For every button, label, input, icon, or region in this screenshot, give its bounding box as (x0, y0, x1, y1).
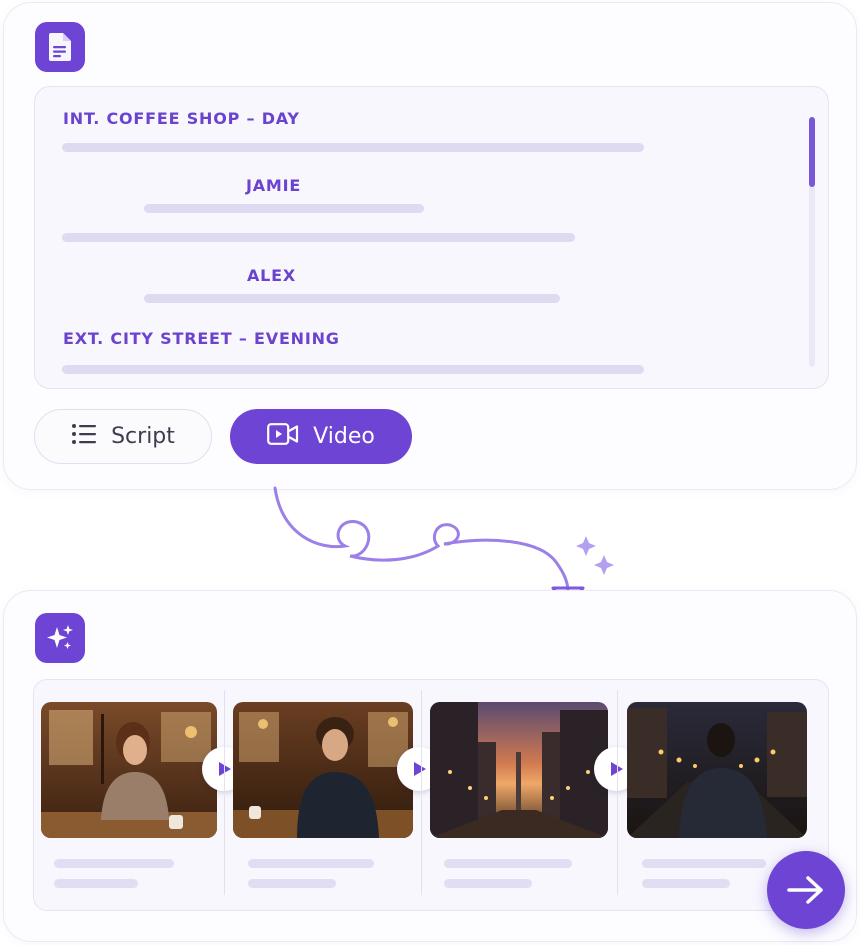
sparkle-icon (35, 613, 85, 663)
storyboard-frame[interactable] (627, 702, 807, 838)
sparkle-small (576, 536, 596, 556)
storyboard-frame[interactable] (430, 702, 608, 838)
storyboard-frame[interactable] (41, 702, 217, 838)
scene-heading: INT. COFFEE SHOP – DAY (63, 109, 300, 128)
sparkle-small (594, 555, 614, 575)
play-icon (414, 762, 426, 776)
character-name: JAMIE (246, 176, 302, 195)
script-mode-button[interactable]: Script (34, 409, 212, 464)
storyboard-card (3, 590, 857, 942)
script-panel[interactable]: INT. COFFEE SHOP – DAY JAMIE ALEX EXT. C… (34, 86, 829, 389)
storyboard-frame[interactable] (233, 702, 413, 838)
script-mode-label: Script (111, 424, 175, 449)
action-line (62, 233, 575, 242)
video-camera-icon (267, 422, 299, 451)
caption-line (444, 879, 532, 888)
caption-line (54, 879, 138, 888)
caption-line (642, 859, 766, 868)
caption-line (248, 879, 336, 888)
dialogue-line (144, 294, 560, 303)
video-mode-button[interactable]: Video (230, 409, 412, 464)
list-icon (71, 423, 97, 451)
script-card: INT. COFFEE SHOP – DAY JAMIE ALEX EXT. C… (3, 2, 857, 490)
arrow-right-icon (787, 876, 823, 904)
storyboard-panel (33, 679, 829, 911)
video-mode-label: Video (313, 424, 375, 449)
frame-divider (224, 690, 225, 895)
scrollbar-thumb[interactable] (809, 117, 815, 187)
frame-divider (421, 690, 422, 895)
caption-line (54, 859, 174, 868)
character-name: ALEX (247, 266, 297, 285)
frame-divider (617, 690, 618, 895)
dialogue-line (144, 204, 424, 213)
action-line (62, 143, 644, 152)
next-button[interactable] (767, 851, 845, 929)
caption-line (248, 859, 374, 868)
document-icon (35, 22, 85, 72)
play-icon (611, 762, 623, 776)
caption-line (444, 859, 572, 868)
scene-heading: EXT. CITY STREET – EVENING (63, 329, 340, 348)
action-line (62, 365, 644, 374)
caption-line (642, 879, 730, 888)
